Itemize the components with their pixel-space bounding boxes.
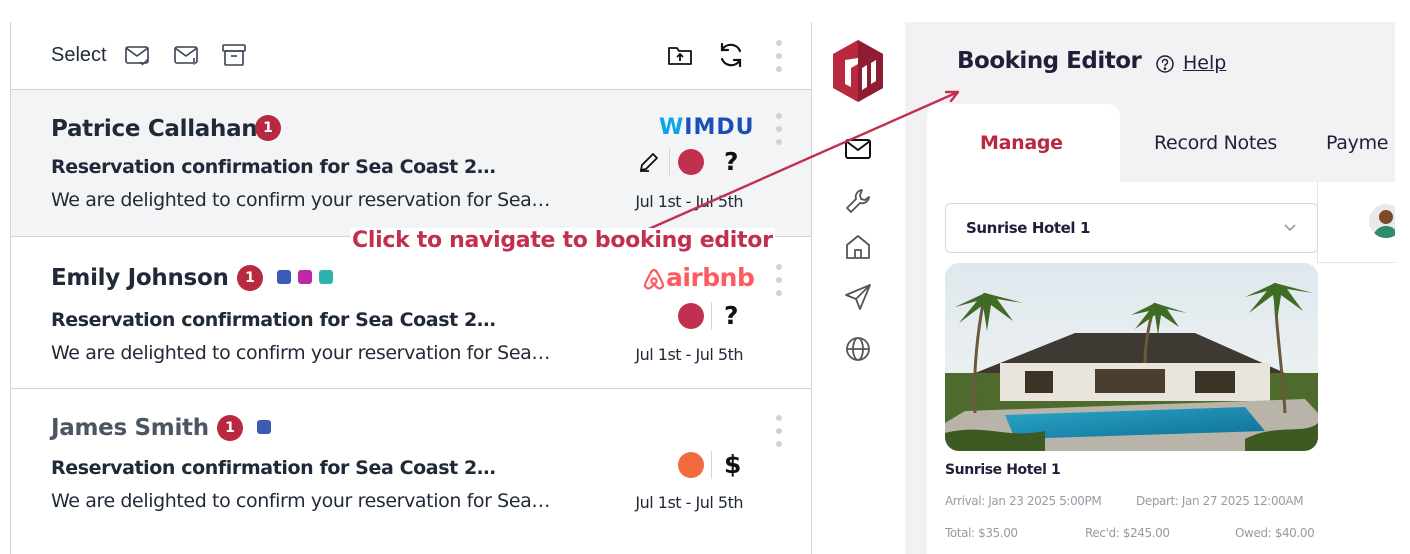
divider bbox=[711, 302, 712, 330]
stay-dates: Jul 1st - Jul 5th bbox=[635, 493, 743, 512]
divider bbox=[1317, 262, 1395, 263]
tag-blue bbox=[257, 420, 271, 434]
home-icon[interactable] bbox=[843, 232, 873, 262]
help-link[interactable]: Help bbox=[1183, 52, 1226, 74]
user-avatar-icon bbox=[1373, 210, 1395, 238]
tag-magenta bbox=[298, 270, 312, 284]
chevron-down-icon bbox=[1284, 224, 1296, 232]
channel-logo-wimdu: WIMDU bbox=[659, 115, 755, 140]
channel-logo-airbnb: airbnb bbox=[666, 263, 755, 292]
message-subject: Reservation confirmation for Sea Coast 2… bbox=[51, 156, 496, 178]
avatar[interactable] bbox=[1369, 204, 1395, 238]
page-title: Booking Editor bbox=[957, 48, 1142, 74]
message-row-3[interactable]: James Smith 1 Reservation confirmation f… bbox=[11, 388, 811, 554]
unread-badge: 1 bbox=[255, 115, 281, 141]
mail-check-icon[interactable] bbox=[124, 42, 150, 68]
message-preview: We are delighted to confirm your reserva… bbox=[51, 342, 550, 364]
hotel-name: Sunrise Hotel 1 bbox=[945, 462, 1061, 478]
stay-dates: Jul 1st - Jul 5th bbox=[635, 192, 743, 211]
pencil-icon[interactable] bbox=[637, 150, 661, 174]
folder-upload-icon[interactable] bbox=[667, 42, 693, 68]
property-select[interactable]: Sunrise Hotel 1 bbox=[945, 203, 1318, 253]
mail-alert-icon[interactable] bbox=[173, 42, 199, 68]
globe-icon[interactable] bbox=[843, 334, 873, 364]
airbnb-logo-icon bbox=[643, 268, 665, 290]
property-select-value: Sunrise Hotel 1 bbox=[966, 219, 1091, 237]
wrench-icon[interactable] bbox=[843, 186, 873, 216]
tab-manage-label[interactable]: Manage bbox=[980, 132, 1063, 154]
message-row-1[interactable]: Patrice Callahan 1 WIMDU Reservation con… bbox=[11, 89, 811, 236]
send-icon[interactable] bbox=[843, 282, 873, 312]
status-dot bbox=[678, 149, 704, 175]
row-more-icon[interactable] bbox=[775, 415, 783, 447]
booking-editor-panel: Booking Editor Help Manage Record Notes … bbox=[905, 22, 1395, 554]
tab-payments[interactable]: Payme bbox=[1326, 132, 1389, 154]
status-glyph: ? bbox=[724, 147, 739, 176]
nav-rail bbox=[813, 22, 905, 554]
message-preview: We are delighted to confirm your reserva… bbox=[51, 490, 550, 512]
arrival-info: Arrival: Jan 23 2025 5:00PM bbox=[945, 494, 1102, 508]
tag-teal bbox=[319, 270, 333, 284]
total-info: Total: $35.00 bbox=[945, 526, 1018, 540]
annotation-label: Click to navigate to booking editor bbox=[350, 228, 775, 253]
inbox-toolbar: Select bbox=[11, 22, 811, 89]
unread-badge: 1 bbox=[217, 415, 243, 441]
stay-dates: Jul 1st - Jul 5th bbox=[635, 345, 743, 364]
depart-info: Depart: Jan 27 2025 12:00AM bbox=[1136, 494, 1304, 508]
divider bbox=[711, 451, 712, 479]
tag-blue bbox=[277, 270, 291, 284]
refresh-icon[interactable] bbox=[716, 40, 746, 70]
row-more-icon[interactable] bbox=[775, 113, 783, 145]
select-label[interactable]: Select bbox=[51, 44, 107, 67]
brand-logo-icon[interactable] bbox=[831, 38, 885, 104]
status-glyph: $ bbox=[724, 450, 742, 479]
inbox-panel: Select Patrice Callahan 1 WIMDU Reservat… bbox=[10, 22, 812, 554]
mail-icon[interactable] bbox=[843, 134, 873, 164]
message-preview: We are delighted to confirm your reserva… bbox=[51, 189, 550, 211]
status-dot bbox=[678, 303, 704, 329]
unread-badge: 1 bbox=[237, 265, 263, 291]
divider bbox=[669, 148, 670, 176]
tab-record-notes[interactable]: Record Notes bbox=[1154, 132, 1277, 154]
status-dot bbox=[678, 452, 704, 478]
toolbar-more-icon[interactable] bbox=[775, 40, 783, 72]
sender-name: Patrice Callahan bbox=[51, 116, 258, 142]
archive-icon[interactable] bbox=[221, 42, 247, 68]
owed-info: Owed: $40.00 bbox=[1235, 526, 1315, 540]
message-subject: Reservation confirmation for Sea Coast 2… bbox=[51, 309, 496, 331]
help-circle-icon[interactable] bbox=[1155, 54, 1175, 74]
sender-name: Emily Johnson bbox=[51, 265, 229, 291]
hotel-photo bbox=[945, 263, 1318, 451]
message-subject: Reservation confirmation for Sea Coast 2… bbox=[51, 457, 496, 479]
message-row-2[interactable]: Emily Johnson 1 airbnb Reservation confi… bbox=[11, 236, 811, 388]
received-info: Rec'd: $245.00 bbox=[1085, 526, 1170, 540]
hotel-illustration bbox=[945, 263, 1318, 451]
sender-name: James Smith bbox=[51, 415, 209, 441]
status-glyph: ? bbox=[724, 301, 739, 330]
row-more-icon[interactable] bbox=[775, 264, 783, 296]
